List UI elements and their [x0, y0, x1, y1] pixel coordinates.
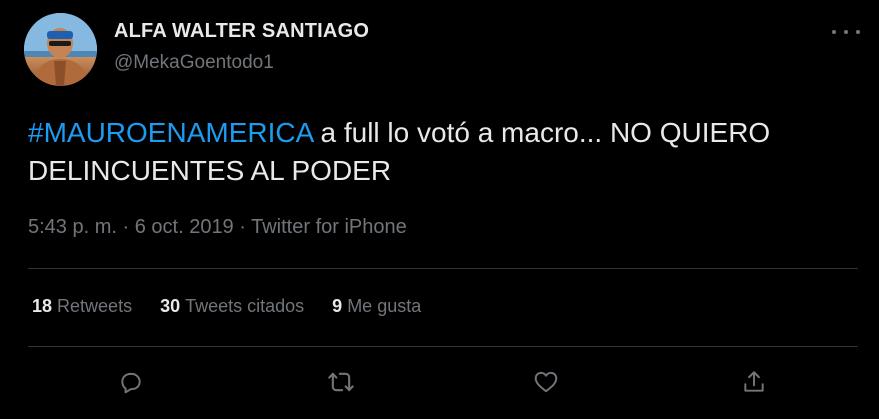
reply-button[interactable] [115, 366, 147, 398]
more-options-button[interactable] [832, 22, 860, 42]
retweets-count: 18 [32, 296, 53, 316]
likes-label: Me gusta [347, 296, 422, 316]
retweets-stat[interactable]: 18 Retweets [32, 296, 132, 317]
quotes-label: Tweets citados [185, 296, 305, 316]
likes-count: 9 [332, 296, 343, 316]
tweet-card: ALFA WALTER SANTIAGO @MekaGoentodo1 #MAU… [0, 0, 879, 419]
quotes-count: 30 [160, 296, 181, 316]
meta-separator: · [233, 216, 252, 238]
retweets-label: Retweets [57, 296, 133, 316]
reply-icon [121, 372, 141, 394]
more-dot-icon [844, 30, 848, 34]
heart-icon [534, 371, 558, 393]
divider [28, 268, 858, 269]
quotes-stat[interactable]: 30 Tweets citados [160, 296, 304, 317]
avatar[interactable] [24, 13, 97, 86]
more-dot-icon [856, 30, 860, 34]
author-name[interactable]: ALFA WALTER SANTIAGO [114, 20, 369, 43]
share-icon [744, 371, 764, 392]
tweet-date[interactable]: 6 oct. 2019 [135, 216, 234, 238]
retweet-button[interactable] [325, 366, 357, 398]
avatar-photo-icon [24, 13, 97, 86]
author-handle[interactable]: @MekaGoentodo1 [114, 52, 274, 74]
tweet-time[interactable]: 5:43 p. m. [28, 216, 117, 238]
meta-separator: · [116, 216, 135, 238]
more-dot-icon [832, 30, 836, 34]
tweet-text: #MAUROENAMERICA a full lo votó a macro..… [28, 114, 828, 190]
like-button[interactable] [530, 366, 562, 398]
tweet-meta: 5:43 p. m. · 6 oct. 2019 · Twitter for i… [28, 216, 407, 239]
tweet-source[interactable]: Twitter for iPhone [251, 216, 407, 238]
tweet-stats: 18 Retweets 30 Tweets citados 9 Me gusta [32, 296, 421, 317]
retweet-icon [328, 372, 354, 392]
share-button[interactable] [738, 366, 770, 398]
likes-stat[interactable]: 9 Me gusta [332, 296, 421, 317]
hashtag-link[interactable]: #MAUROENAMERICA [28, 117, 313, 148]
divider [28, 346, 858, 347]
